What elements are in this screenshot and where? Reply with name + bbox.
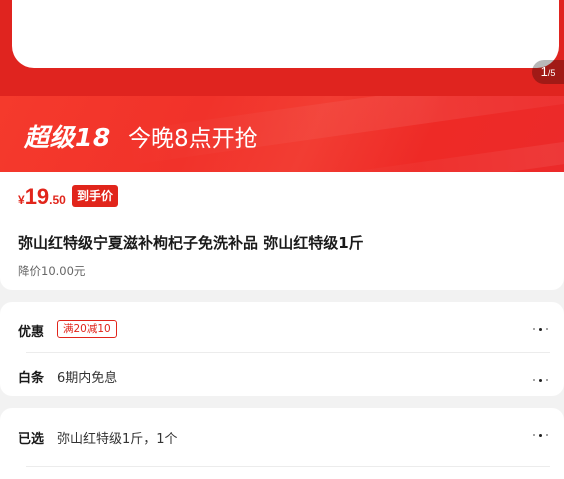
more-dots-icon[interactable] xyxy=(533,325,549,333)
pager-current: 1 xyxy=(540,64,548,79)
promo-brand: 超级18 xyxy=(24,123,111,152)
product-title: 弥山红特级宁夏滋补枸杞子免洗补品 弥山红特级1斤 xyxy=(18,234,364,252)
promo-time-text: 今晚8点开抢 xyxy=(128,126,258,152)
divider xyxy=(26,466,550,467)
discount-label: 优惠 xyxy=(18,325,45,340)
final-price: ¥19.50 xyxy=(18,184,66,210)
coupon-badge[interactable]: 满20减10 xyxy=(57,320,117,338)
selected-value[interactable]: 弥山红特级1斤，1个 xyxy=(57,428,178,447)
more-dots-icon[interactable] xyxy=(533,376,549,384)
price-decimal: .50 xyxy=(49,193,66,207)
product-image-gallery[interactable] xyxy=(12,0,559,68)
price-integer: 19 xyxy=(24,184,50,209)
selected-label: 已选 xyxy=(18,432,45,447)
gallery-pager: 1/5 xyxy=(532,60,564,84)
final-price-tag: 到手价 xyxy=(72,185,119,207)
divider xyxy=(26,352,550,353)
baitiao-label: 白条 xyxy=(18,371,45,386)
price-drop-note: 降价10.00元 xyxy=(18,264,86,278)
pager-total: /5 xyxy=(547,68,556,78)
baitiao-text: 6期内免息 xyxy=(57,371,118,386)
price-currency: ¥ xyxy=(18,193,25,207)
more-dots-icon[interactable] xyxy=(533,431,549,439)
